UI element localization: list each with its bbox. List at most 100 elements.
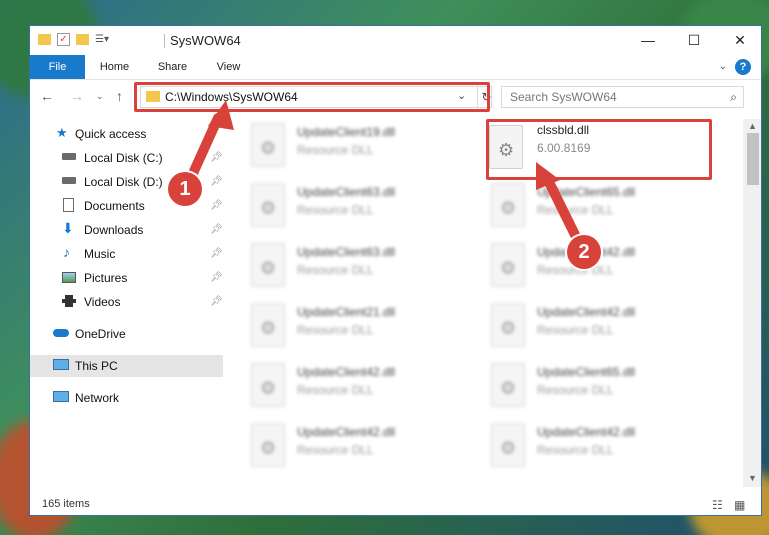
tab-home[interactable]: Home: [92, 55, 137, 79]
folder-icon[interactable]: [38, 34, 51, 45]
file-description: Resource DLL: [297, 443, 374, 457]
network-icon: [53, 391, 69, 402]
file-description: Resource DLL: [537, 203, 614, 217]
dll-file-icon: ⚙: [251, 423, 285, 467]
file-description: Resource DLL: [297, 383, 374, 397]
gear-icon: ⚙: [260, 318, 277, 338]
tab-view[interactable]: View: [206, 55, 251, 79]
file-name: UpdateClient42.dll: [297, 425, 396, 439]
file-item[interactable]: ⚙ UpdateClient63.dll Resource DLL: [225, 239, 455, 293]
pin-icon[interactable]: 📌︎: [210, 272, 223, 283]
gear-icon: ⚙: [500, 438, 517, 458]
properties-icon[interactable]: ✓: [57, 33, 70, 46]
scroll-down-icon[interactable]: ▼: [748, 473, 757, 483]
up-arrow-icon[interactable]: ↑: [116, 88, 123, 104]
file-item[interactable]: ⚙ UpdateClient42.dll Resource DLL: [465, 419, 695, 473]
sidebar-item-this-pc[interactable]: This PC: [30, 355, 223, 377]
sidebar-item-label: Pictures: [84, 271, 128, 285]
file-name: UpdateClient65.dll: [537, 365, 636, 379]
file-name: UpdateClient42.dll: [537, 305, 636, 319]
dll-file-icon: ⚙: [491, 423, 525, 467]
gear-icon: ⚙: [500, 378, 517, 398]
dll-file-icon: ⚙: [251, 363, 285, 407]
back-arrow-icon[interactable]: ←: [40, 88, 54, 104]
sidebar-item-music[interactable]: ♪ Music 📌︎: [30, 243, 223, 265]
gear-icon: ⚙: [260, 198, 277, 218]
file-name: UpdateClient42.dll: [537, 425, 636, 439]
sidebar-item-onedrive[interactable]: OneDrive: [30, 323, 223, 345]
file-item[interactable]: ⚙ UpdateClient19.dll Resource DLL: [225, 119, 455, 173]
sidebar-item-label: Network: [75, 391, 120, 405]
pin-icon[interactable]: 📌︎: [210, 152, 223, 163]
gear-icon: ⚙: [260, 258, 277, 278]
vertical-scrollbar[interactable]: ▲ ▼: [743, 119, 761, 487]
sidebar-item-label: This PC: [75, 359, 118, 373]
sidebar-item-quick-access[interactable]: ★ Quick access: [30, 123, 223, 145]
file-name: UpdateClient63.dll: [297, 185, 396, 199]
file-description: Resource DLL: [297, 323, 374, 337]
dll-file-icon: ⚙: [251, 243, 285, 287]
sidebar-item-label: OneDrive: [75, 327, 126, 341]
music-icon: ♪: [63, 244, 70, 260]
sidebar-item-label: Videos: [84, 295, 121, 309]
ribbon-tabs: File Home Share View ⌄ ?: [30, 55, 761, 79]
file-name: UpdateClient63.dll: [297, 245, 396, 259]
sidebar-item-label: Downloads: [84, 223, 144, 237]
window-title: SysWOW64: [170, 33, 241, 48]
pin-icon[interactable]: 📌︎: [210, 248, 223, 259]
pin-icon[interactable]: 📌︎: [210, 176, 223, 187]
sidebar-item-downloads[interactable]: ⬇ Downloads 📌︎: [30, 219, 223, 241]
file-name: UpdateClient42.dll: [297, 365, 396, 379]
search-icon[interactable]: ⌕: [730, 90, 737, 105]
tab-file[interactable]: File: [30, 55, 85, 79]
file-item[interactable]: ⚙ UpdateClient42.dll Resource DLL: [225, 419, 455, 473]
step-marker-1: 1: [168, 172, 202, 206]
sidebar-item-label: Local Disk (D:): [84, 175, 163, 189]
scroll-up-icon[interactable]: ▲: [748, 121, 757, 131]
pin-icon[interactable]: 📌︎: [210, 224, 223, 235]
dll-file-icon: ⚙: [251, 183, 285, 227]
file-item[interactable]: ⚙ UpdateClient21.dll Resource DLL: [225, 299, 455, 353]
file-item[interactable]: ⚙ UpdateClient65.dll Resource DLL: [465, 179, 695, 233]
pin-icon[interactable]: 📌︎: [210, 296, 223, 307]
address-highlight-box: [134, 82, 490, 112]
recent-locations-icon[interactable]: ⌄: [96, 91, 104, 102]
file-highlight-box: [486, 119, 712, 180]
help-icon[interactable]: ?: [735, 59, 751, 75]
sidebar-item-local-disk-c[interactable]: Local Disk (C:) 📌︎: [30, 147, 223, 169]
file-name: UpdateClient21.dll: [297, 305, 396, 319]
sidebar-item-network[interactable]: Network: [30, 387, 223, 409]
dll-file-icon: ⚙: [251, 123, 285, 167]
customize-toolbar-icon[interactable]: ☰▾: [95, 34, 109, 45]
pictures-icon: [62, 272, 76, 283]
videos-icon: [62, 295, 76, 307]
dll-file-icon: ⚙: [491, 183, 525, 227]
gear-icon: ⚙: [500, 318, 517, 338]
title-bar: ✓ ☰▾ SysWOW64 — ☐ ✕: [30, 26, 761, 55]
pin-icon[interactable]: 📌︎: [210, 200, 223, 211]
sidebar-item-pictures[interactable]: Pictures 📌︎: [30, 267, 223, 289]
search-input[interactable]: Search SysWOW64 ⌕: [501, 86, 744, 108]
maximize-button[interactable]: ☐: [671, 26, 717, 55]
file-item[interactable]: ⚙ UpdateClient42.dll Resource DLL: [465, 299, 695, 353]
sidebar-item-label: Quick access: [75, 127, 147, 141]
downloads-icon: ⬇: [62, 220, 74, 236]
forward-arrow-icon[interactable]: →: [70, 88, 84, 104]
file-description: Resource DLL: [297, 143, 374, 157]
sidebar-item-label: Documents: [84, 199, 145, 213]
new-folder-icon[interactable]: [76, 34, 89, 45]
file-item[interactable]: ⚙ UpdateClient42.dll Resource DLL: [225, 359, 455, 413]
file-description: Resource DLL: [537, 383, 614, 397]
dll-file-icon: ⚙: [491, 243, 525, 287]
details-view-icon[interactable]: ☷: [712, 498, 723, 512]
search-placeholder: Search SysWOW64: [510, 90, 617, 104]
scrollbar-thumb[interactable]: [747, 133, 759, 185]
tab-share[interactable]: Share: [150, 55, 195, 79]
expand-ribbon-icon[interactable]: ⌄: [719, 61, 727, 72]
sidebar-item-videos[interactable]: Videos 📌︎: [30, 291, 223, 313]
close-button[interactable]: ✕: [717, 26, 761, 55]
large-icons-view-icon[interactable]: ▦: [734, 498, 745, 512]
minimize-button[interactable]: —: [625, 26, 671, 55]
file-item[interactable]: ⚙ UpdateClient65.dll Resource DLL: [465, 359, 695, 413]
file-item[interactable]: ⚙ UpdateClient63.dll Resource DLL: [225, 179, 455, 233]
